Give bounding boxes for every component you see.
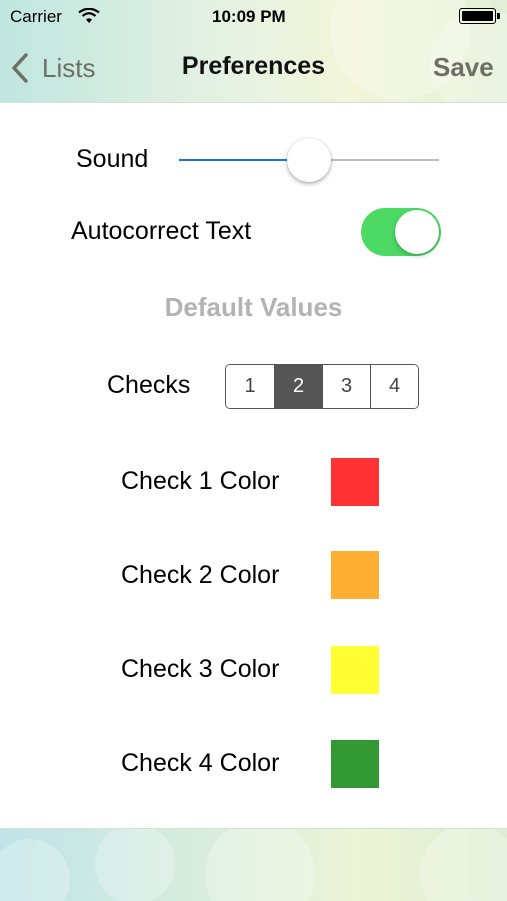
background-check-circle (0, 839, 70, 901)
slider-thumb[interactable] (287, 138, 331, 182)
check-1-color-label: Check 1 Color (121, 467, 280, 495)
check-2-color-swatch[interactable] (331, 551, 379, 599)
check-3-color-swatch[interactable] (331, 646, 379, 694)
background-check-circle (420, 829, 507, 901)
page-title: Preferences (181, 52, 326, 80)
checks-segment-3[interactable]: 3 (322, 365, 370, 408)
check-2-color-label: Check 2 Color (121, 561, 280, 589)
checks-label: Checks (107, 371, 191, 399)
sound-slider[interactable] (179, 138, 439, 182)
check-4-color-label: Check 4 Color (121, 749, 280, 777)
check-3-color-label: Check 3 Color (121, 655, 280, 683)
background-check-circle (95, 829, 175, 901)
autocorrect-label: Autocorrect Text (71, 217, 252, 245)
default-values-header: Default Values (164, 292, 343, 322)
toggle-knob (395, 210, 439, 254)
check-4-color-swatch[interactable] (331, 740, 379, 788)
background-check-circle (205, 829, 315, 901)
checks-segment-4[interactable]: 4 (370, 365, 418, 408)
sound-label: Sound (76, 145, 149, 173)
status-time: 10:09 PM (212, 7, 286, 26)
autocorrect-toggle[interactable] (361, 208, 441, 256)
wifi-icon (78, 8, 100, 23)
carrier-label: Carrier (10, 7, 62, 26)
check-1-color-swatch[interactable] (331, 458, 379, 506)
checks-segment-2[interactable]: 2 (274, 365, 322, 408)
checks-segmented-control[interactable]: 1 2 3 4 (225, 364, 419, 409)
checks-segment-1[interactable]: 1 (226, 365, 274, 408)
battery-icon (459, 8, 500, 24)
save-button[interactable]: Save (433, 52, 494, 83)
footer-background (0, 828, 507, 901)
